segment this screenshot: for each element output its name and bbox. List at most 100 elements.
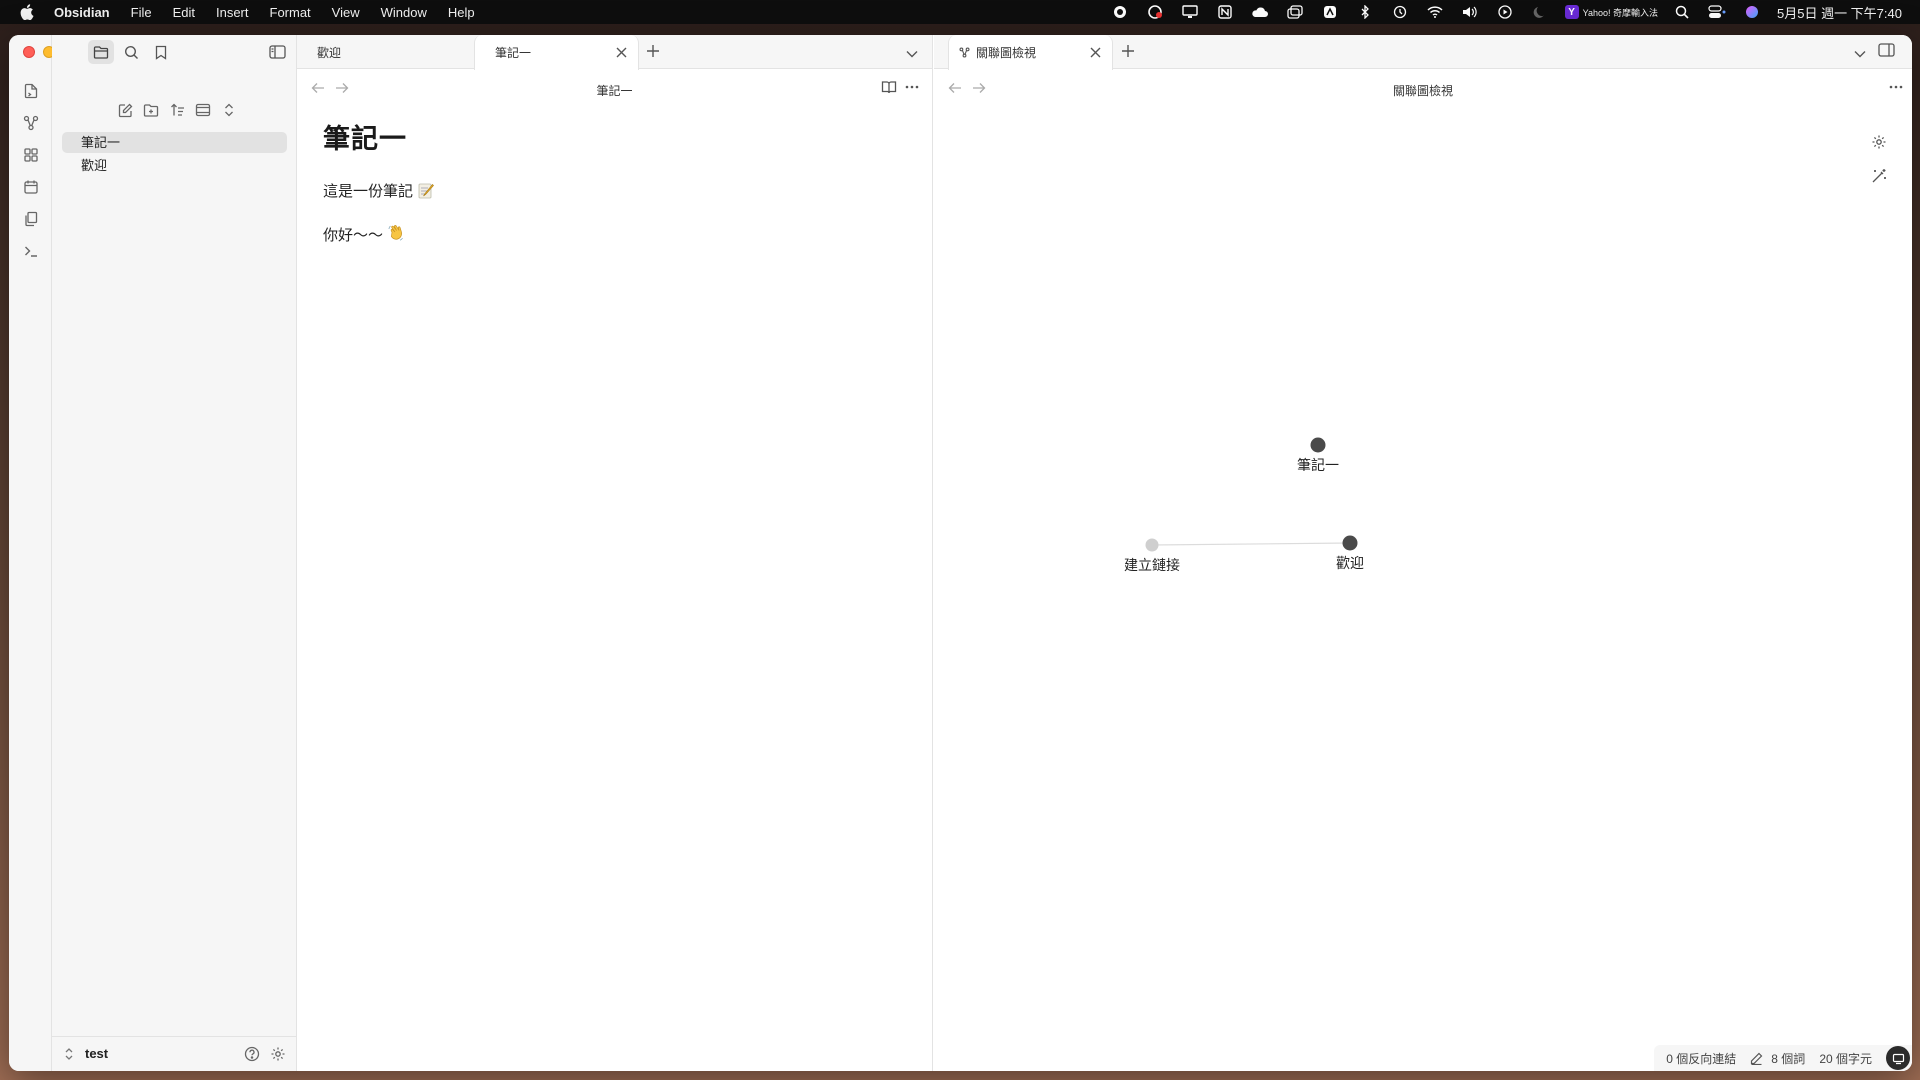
left-sidebar: 筆記一 歡迎 test [52,35,297,1071]
more-options-icon[interactable] [1889,80,1903,99]
wifi-icon[interactable] [1424,0,1446,24]
note-heading: 筆記一 [323,124,407,154]
reading-view-book-icon[interactable] [881,80,897,99]
settings-gear-icon[interactable] [270,1046,286,1067]
vault-switcher-chevron-icon[interactable] [64,1046,78,1062]
graph-view-header: 關聯圖檢視 [934,69,1912,109]
paragraph-text: 你好～～ [323,227,384,244]
paragraph-text: 這是一份筆記 [323,183,414,200]
ribbon-graph-view-icon[interactable] [9,107,52,139]
menubar-clock[interactable]: 5月5日 週一 下午7:40 [1777,3,1902,22]
graph-tab-bar: 關聯圖檢視 [934,35,1912,70]
note-paragraph: 你好～～ [323,223,903,249]
display-icon[interactable] [1179,0,1201,24]
tab-note-one[interactable]: 筆記一 [474,35,639,70]
volume-icon[interactable] [1459,0,1481,24]
status-bar: 0 個反向連結 8 個詞 20 個字元 [1654,1045,1912,1071]
auto-reveal-icon[interactable] [190,99,216,121]
editing-mode-pencil-icon[interactable] [1750,1052,1763,1065]
menu-view[interactable]: View [332,5,360,20]
menu-app-name[interactable]: Obsidian [54,5,110,20]
files-tab-folder-icon[interactable] [88,40,114,64]
focus-moon-icon[interactable] [1529,0,1551,24]
tab-label: 筆記一 [495,46,532,60]
vault-name[interactable]: test [85,1046,108,1061]
file-item-welcome[interactable]: 歡迎 [62,155,287,176]
file-tree: 筆記一 歡迎 [62,132,287,178]
close-tab-icon[interactable] [1088,45,1102,59]
file-item-note-one[interactable]: 筆記一 [62,132,287,153]
toggle-right-sidebar-icon[interactable] [1878,43,1895,62]
time-machine-icon[interactable] [1389,0,1411,24]
graph-view-title: 關聯圖檢視 [1392,84,1453,98]
file-explorer-toolbar [112,99,242,121]
play-icon[interactable] [1494,0,1516,24]
menu-help[interactable]: Help [448,5,475,20]
tab-graph-view[interactable]: 關聯圖檢視 [948,35,1113,70]
graph-edge [1151,542,1351,546]
expand-collapse-all-icon[interactable] [216,99,242,121]
input-method[interactable]: Y Yahoo! 奇摩輸入法 [1564,5,1658,19]
ribbon-daily-note-calendar-icon[interactable] [9,171,52,203]
menu-format[interactable]: Format [270,5,311,20]
bluetooth-icon[interactable] [1354,0,1376,24]
new-folder-icon[interactable] [138,99,164,121]
new-tab-plus-icon[interactable] [1121,44,1135,63]
new-note-icon[interactable] [112,99,138,121]
creative-cloud-icon[interactable] [1144,0,1166,24]
control-center-icon[interactable] [1706,0,1728,24]
ribbon-open-switcher-icon[interactable] [9,75,52,107]
macos-menu-bar: Obsidian File Edit Insert Format View Wi… [0,0,1920,24]
obsidian-window: 筆記一 歡迎 test 歡迎 筆記一 筆記一 筆記一 這是一份筆記 你好～～ 關… [9,35,1912,1071]
record-icon[interactable] [1109,0,1131,24]
editor-tab-bar: 歡迎 筆記一 [297,35,932,70]
cloud-icon[interactable] [1249,0,1271,24]
graph-node-label: 筆記一 [1297,457,1339,473]
close-window-button[interactable] [23,46,35,58]
view-header-title[interactable]: 筆記一 [297,82,932,99]
graph-canvas[interactable]: 筆記一建立鏈接 歡迎 [934,109,1912,1009]
apple-icon[interactable] [20,4,34,20]
collapse-sidebar-icon[interactable] [264,40,290,64]
tab-label: 關聯圖檢視 [976,46,1037,60]
menu-window[interactable]: Window [381,5,427,20]
vault-bar: test [52,1036,296,1071]
help-icon[interactable] [244,1046,260,1067]
graph-node[interactable] [1145,538,1159,552]
siri-icon[interactable] [1741,0,1763,24]
notion-icon[interactable] [1214,0,1236,24]
menu-file[interactable]: File [131,5,152,20]
search-tab-icon[interactable] [118,40,144,64]
character-count: 20 個字元 [1819,1051,1872,1066]
sync-status-icon[interactable] [1886,1046,1910,1070]
waving-hand-emoji-icon [387,223,407,249]
ribbon-canvas-icon[interactable] [9,139,52,171]
note-content[interactable]: 筆記一 這是一份筆記 你好～～ [323,117,903,267]
bookmarks-tab-icon[interactable] [148,40,174,64]
windows-icon[interactable] [1284,0,1306,24]
graph-node[interactable] [1310,437,1326,453]
tab-list-chevron-down-icon[interactable] [1854,45,1866,63]
menu-insert[interactable]: Insert [216,5,249,20]
ribbon [9,35,75,1071]
graph-pane: 關聯圖檢視 關聯圖檢視 筆記一 建立鏈接 歡迎 0 個反向連結 8 個詞 20 … [934,35,1912,1071]
editor-pane: 歡迎 筆記一 筆記一 筆記一 這是一份筆記 你好～～ [297,35,933,1071]
view-header: 筆記一 [297,69,932,109]
sort-order-icon[interactable] [164,99,190,121]
memo-emoji-icon [417,182,434,205]
adguard-icon[interactable] [1319,0,1341,24]
menu-edit[interactable]: Edit [173,5,195,20]
spotlight-search-icon[interactable] [1671,0,1693,24]
note-paragraph: 這是一份筆記 [323,181,903,205]
more-options-icon[interactable] [905,80,919,99]
graph-node[interactable] [1342,535,1358,551]
backlinks-count[interactable]: 0 個反向連結 [1666,1050,1736,1067]
ribbon-templates-icon[interactable] [9,203,52,235]
tab-welcome[interactable]: 歡迎 [297,35,474,69]
new-tab-plus-icon[interactable] [646,44,660,63]
close-tab-icon[interactable] [614,45,628,59]
graph-node-label: 建立鏈接 [1124,557,1180,573]
ribbon-command-palette-icon[interactable] [9,235,52,267]
word-count: 8 個詞 [1771,1051,1806,1066]
tab-list-chevron-down-icon[interactable] [906,45,918,63]
